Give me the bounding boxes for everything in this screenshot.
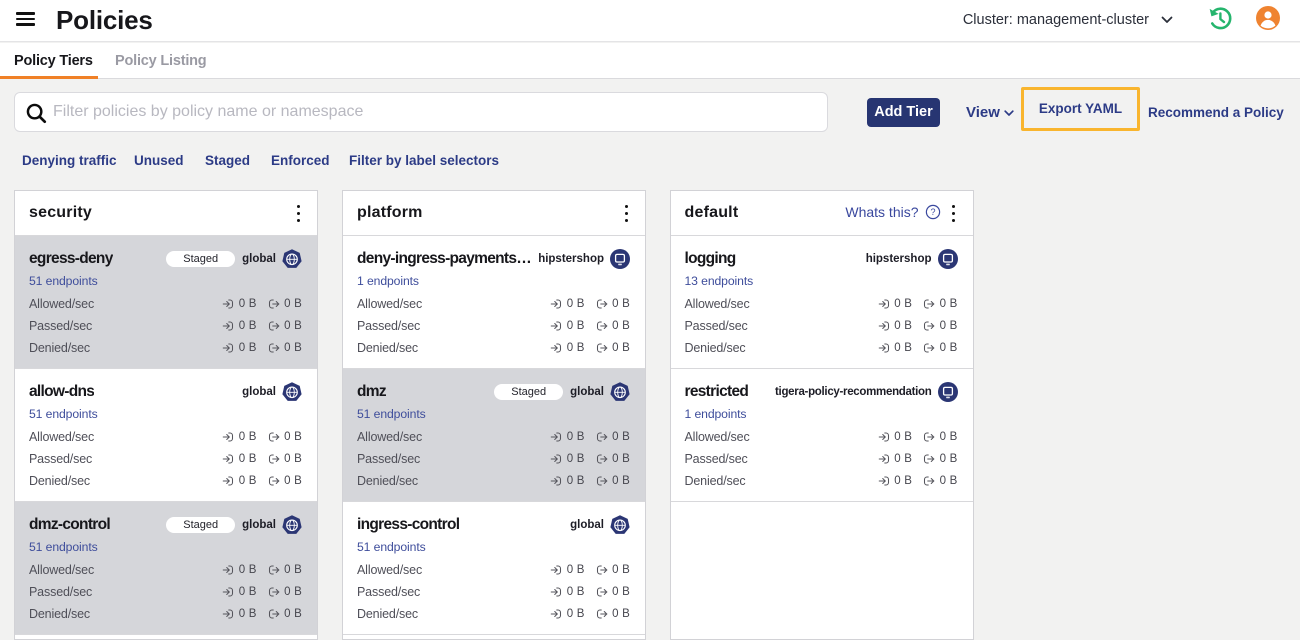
svg-text:?: ?	[930, 207, 935, 217]
